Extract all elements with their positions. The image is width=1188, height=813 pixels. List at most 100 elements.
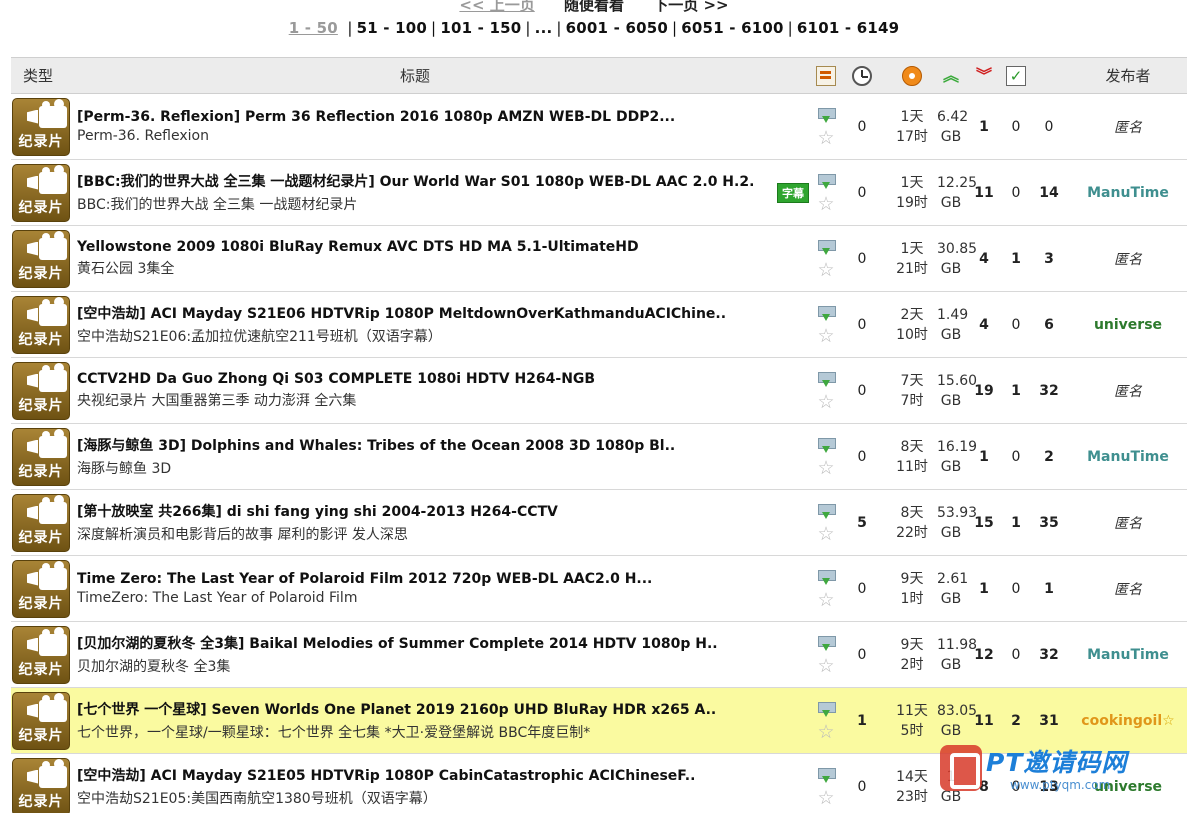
category-documentary-icon[interactable]: 纪录片 [12,625,70,684]
star-icon[interactable]: ☆ [817,722,834,741]
table-row[interactable]: 纪录片 [Perm-36. Reflexion] Perm 36 Reflecti… [11,93,1187,160]
torrent-title-link[interactable]: Time Zero: The Last Year of Polaroid Fil… [77,571,755,587]
page-link[interactable]: 101 - 150 [440,19,521,37]
download-icon[interactable] [817,503,836,521]
download-icon[interactable] [817,239,836,257]
torrent-title-link[interactable]: [海豚与鲸鱼 3D] Dolphins and Whales: Tribes o… [77,435,755,455]
seeders-count[interactable]: 1 [965,423,1003,490]
leechers-count[interactable]: 1 [1003,357,1029,424]
header-seeders[interactable]: ︽ [937,57,965,94]
torrent-title-link[interactable]: [BBC:我们的世界大战 全三集 一战题材纪录片] Our World War … [77,171,755,191]
leechers-count[interactable]: 0 [1003,93,1029,160]
comments-count[interactable]: 5 [837,489,887,556]
seeders-count[interactable]: 11 [965,159,1003,226]
completed-count[interactable]: 31 [1029,687,1069,754]
leechers-count[interactable]: 2 [1003,687,1029,754]
leechers-count[interactable]: 0 [1003,423,1029,490]
comments-count[interactable]: 0 [837,555,887,622]
download-icon[interactable] [817,635,836,653]
star-icon[interactable]: ☆ [817,128,834,147]
comments-count[interactable]: 0 [837,225,887,292]
completed-count[interactable]: 14 [1029,159,1069,226]
category-documentary-icon[interactable]: 纪录片 [12,691,70,750]
torrent-title-link[interactable]: [第十放映室 共266集] di shi fang ying shi 2004-… [77,501,755,521]
next-page-link[interactable]: 下一页 >> [653,0,728,14]
download-icon[interactable] [817,437,836,455]
completed-count[interactable]: 6 [1029,291,1069,358]
star-icon[interactable]: ☆ [817,590,834,609]
category-documentary-icon[interactable]: 纪录片 [12,757,70,813]
comments-count[interactable]: 0 [837,357,887,424]
leechers-count[interactable]: 0 [1003,555,1029,622]
header-time[interactable] [837,57,887,94]
table-row[interactable]: 纪录片 [海豚与鲸鱼 3D] Dolphins and Whales: Tribe… [11,423,1187,490]
download-icon[interactable] [817,173,836,191]
comments-count[interactable]: 0 [837,423,887,490]
table-row[interactable]: 纪录片 [第十放映室 共266集] di shi fang ying shi 20… [11,489,1187,556]
category-documentary-icon[interactable]: 纪录片 [12,97,70,156]
header-comments[interactable] [815,57,837,94]
table-row[interactable]: 纪录片 CCTV2HD Da Guo Zhong Qi S03 COMPLETE … [11,357,1187,424]
leechers-count[interactable]: 1 [1003,489,1029,556]
page-link[interactable]: 6051 - 6100 [681,19,783,37]
table-row[interactable]: 纪录片 Time Zero: The Last Year of Polaroid … [11,555,1187,622]
leechers-count[interactable]: 0 [1003,159,1029,226]
leechers-count[interactable]: 0 [1003,291,1029,358]
seeders-count[interactable]: 1 [965,555,1003,622]
torrent-title-link[interactable]: [Perm-36. Reflexion] Perm 36 Reflection … [77,109,755,125]
completed-count[interactable]: 13 [1029,753,1069,813]
comments-count[interactable]: 0 [837,621,887,688]
star-icon[interactable]: ☆ [817,326,834,345]
leechers-count[interactable]: 1 [1003,225,1029,292]
torrent-title-link[interactable]: [空中浩劫] ACI Mayday S21E06 HDTVRip 1080P M… [77,303,755,323]
star-icon[interactable]: ☆ [817,524,834,543]
table-row[interactable]: 纪录片 [贝加尔湖的夏秋冬 全3集] Baikal Melodies of Sum… [11,621,1187,688]
header-size[interactable] [887,57,937,94]
torrent-title-link[interactable]: [七个世界 一个星球] Seven Worlds One Planet 2019… [77,699,755,719]
seeders-count[interactable]: 4 [965,225,1003,292]
star-icon[interactable]: ☆ [817,194,834,213]
torrent-title-link[interactable]: [空中浩劫] ACI Mayday S21E05 HDTVRip 1080P C… [77,765,755,785]
publisher-name[interactable]: ManuTime [1087,449,1169,465]
publisher-name[interactable]: universe [1094,779,1162,795]
completed-count[interactable]: 32 [1029,621,1069,688]
category-documentary-icon[interactable]: 纪录片 [12,559,70,618]
category-documentary-icon[interactable]: 纪录片 [12,427,70,486]
download-icon[interactable] [817,305,836,323]
seeders-count[interactable]: 1 [965,93,1003,160]
completed-count[interactable]: 3 [1029,225,1069,292]
download-icon[interactable] [817,371,836,389]
category-documentary-icon[interactable]: 纪录片 [12,229,70,288]
publisher-name[interactable]: ManuTime [1087,647,1169,663]
seeders-count[interactable]: 4 [965,291,1003,358]
completed-count[interactable]: 1 [1029,555,1069,622]
publisher-name[interactable]: universe [1094,317,1162,333]
comments-count[interactable]: 0 [837,753,887,813]
download-icon[interactable] [817,569,836,587]
completed-count[interactable]: 0 [1029,93,1069,160]
download-icon[interactable] [817,107,836,125]
download-icon[interactable] [817,701,836,719]
category-documentary-icon[interactable]: 纪录片 [12,361,70,420]
page-link[interactable]: 6101 - 6149 [797,19,899,37]
table-row[interactable]: 纪录片 [空中浩劫] ACI Mayday S21E06 HDTVRip 1080… [11,291,1187,358]
publisher-name[interactable]: ManuTime [1087,185,1169,201]
star-icon[interactable]: ☆ [817,458,834,477]
download-icon[interactable] [817,767,836,785]
category-documentary-icon[interactable]: 纪录片 [12,295,70,354]
comments-count[interactable]: 0 [837,291,887,358]
seeders-count[interactable]: 11 [965,687,1003,754]
header-type[interactable]: 类型 [11,57,73,94]
comments-count[interactable]: 0 [837,159,887,226]
table-row[interactable]: 纪录片 [空中浩劫] ACI Mayday S21E05 HDTVRip 1080… [11,753,1187,813]
completed-count[interactable]: 2 [1029,423,1069,490]
completed-count[interactable]: 35 [1029,489,1069,556]
publisher-name[interactable]: cookingoil [1081,713,1162,729]
category-documentary-icon[interactable]: 纪录片 [12,163,70,222]
torrent-title-link[interactable]: [贝加尔湖的夏秋冬 全3集] Baikal Melodies of Summer… [77,633,755,653]
table-row[interactable]: 纪录片 Yellowstone 2009 1080i BluRay Remux A… [11,225,1187,292]
leechers-count[interactable]: 0 [1003,753,1029,813]
header-title[interactable]: 标题 [73,57,757,94]
torrent-title-link[interactable]: CCTV2HD Da Guo Zhong Qi S03 COMPLETE 108… [77,371,755,387]
header-publisher[interactable]: 发布者 [1069,57,1187,94]
